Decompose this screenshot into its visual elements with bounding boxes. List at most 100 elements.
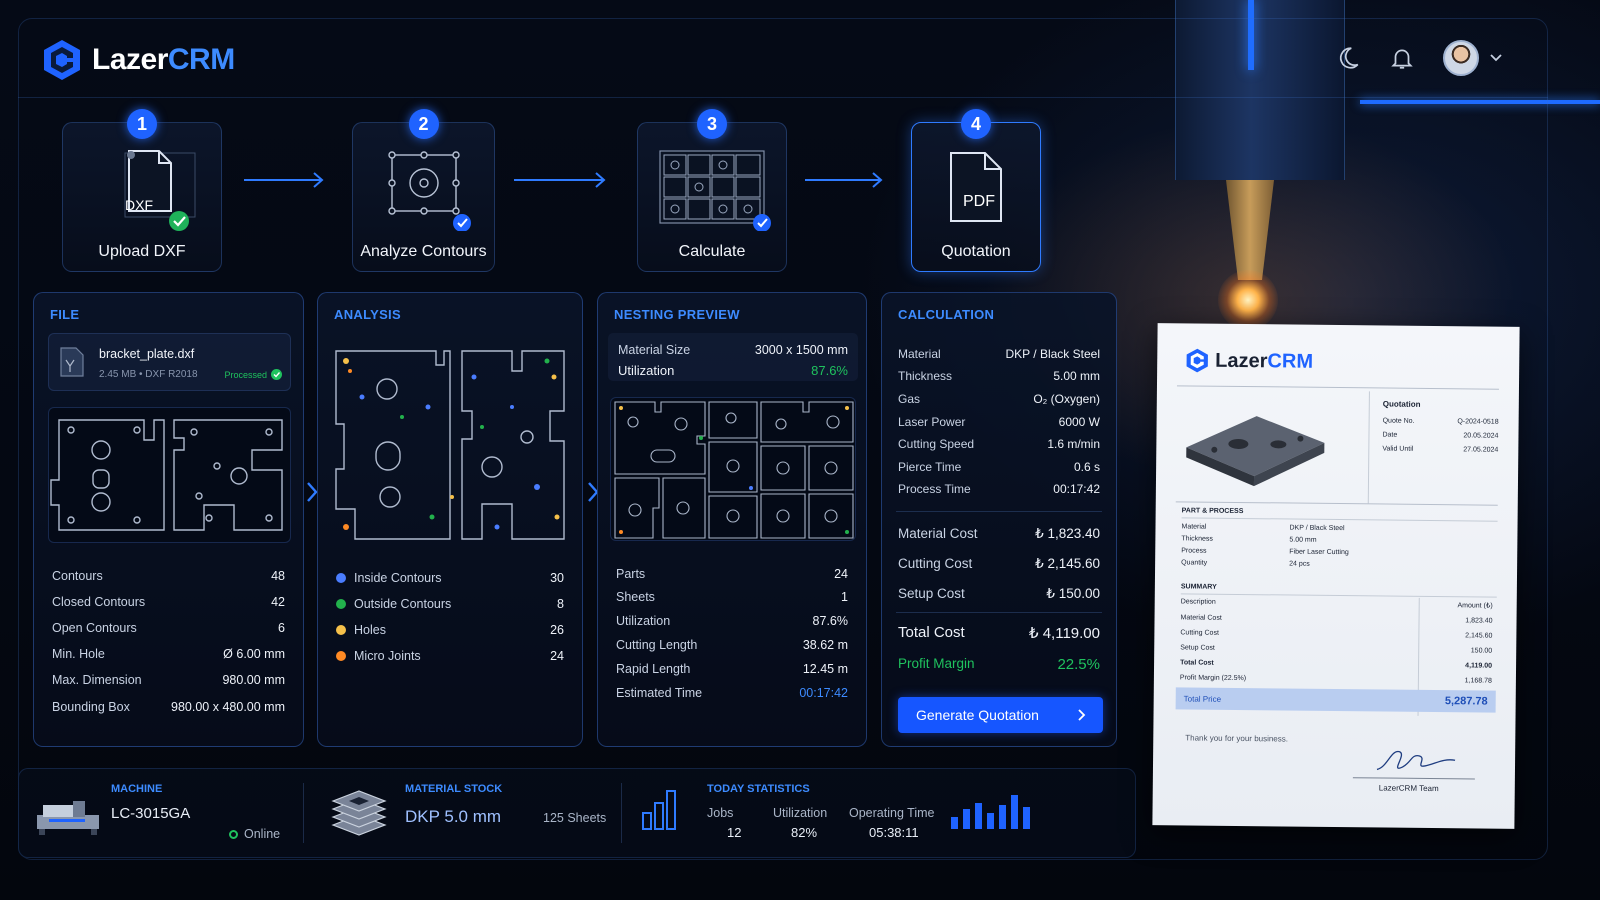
panel-title: FILE (50, 307, 80, 322)
doc-team: LazerCRM Team (1378, 783, 1439, 794)
doc-total-price-row: Total Price 5,287.78 (1175, 687, 1496, 713)
nesting-stat-row: Rapid Length 12.45 m (616, 662, 848, 676)
file-meta: 2.45 MB • DXF R2018 (99, 369, 198, 380)
doc-quotation-title: Quotation (1382, 399, 1421, 409)
nesting-stat-row: Estimated Time 00:17:42 (616, 686, 848, 700)
step-arrow-icon (244, 172, 324, 188)
step-arrow-icon (805, 172, 883, 188)
step-number: 3 (697, 109, 727, 139)
moon-icon[interactable] (1335, 45, 1361, 71)
chevron-right-icon (1078, 709, 1086, 721)
file-stat-row: Contours 48 (52, 569, 285, 583)
divider (896, 612, 1102, 613)
doc-meta-row: Date 20.05.2024 (1382, 431, 1499, 440)
legend-inside-contours: Inside Contours 30 (336, 571, 564, 585)
legend-micro-joints: Micro Joints 24 (336, 649, 564, 663)
step-label: Quotation (941, 243, 1011, 260)
machine-title: MACHINE (111, 783, 163, 795)
file-stat-row: Closed Contours 42 (52, 595, 285, 609)
divider (621, 783, 622, 843)
step-label: Upload DXF (98, 243, 186, 260)
file-card[interactable]: bracket_plate.dxf 2.45 MB • DXF R2018 Pr… (48, 333, 291, 391)
part-render-image (1186, 416, 1325, 487)
cost-row: Setup Cost ₺ 150.00 (898, 586, 1100, 601)
stats-title: TODAY STATISTICS (707, 783, 810, 795)
doc-meta-row: Quote No. Q-2024-0518 (1382, 417, 1499, 426)
jobs-label: Jobs (707, 806, 734, 820)
logo-hex-icon (1186, 348, 1208, 373)
operating-time-value: 05:38:11 (869, 825, 919, 840)
contour-analysis-preview (335, 350, 565, 540)
legend-outside-contours: Outside Contours 8 (336, 597, 564, 611)
nesting-utilization-row: Utilization 87.6% (618, 363, 848, 378)
doc-part-row: Thickness 5.00 mm (1181, 535, 1317, 544)
step-quotation[interactable]: 4 PDF Quotation (911, 109, 1041, 272)
file-status-text: Processed (224, 369, 267, 380)
panel-title: ANALYSIS (334, 307, 401, 322)
nesting-stat-row: Sheets 1 (616, 590, 848, 604)
machine-name: LC-3015GA (111, 805, 191, 822)
step-analyze-contours[interactable]: 2 Analyze Contours (352, 109, 495, 272)
panel-title: NESTING PREVIEW (614, 307, 740, 322)
activity-bars-icon (951, 795, 1030, 829)
step-label: Analyze Contours (360, 243, 487, 260)
step-calculate[interactable]: 3 Calculate (637, 109, 787, 272)
step-arrow-icon (514, 172, 606, 188)
utilization-label: Utilization (773, 806, 828, 820)
file-stat-row: Min. Hole Ø 6.00 mm (52, 647, 285, 661)
avatar (1443, 40, 1479, 76)
dxf-icon-label: DXF (125, 197, 153, 213)
cost-row: Cutting Cost ₺ 2,145.60 (898, 556, 1100, 571)
material-size-row: Material Size 3000 x 1500 mm (618, 343, 848, 357)
calc-param-row: Thickness 5.00 mm (898, 369, 1100, 383)
file-stat-row: Bounding Box 980.00 x 480.00 mm (52, 700, 285, 714)
step-number: 4 (961, 109, 991, 139)
pdf-file-icon (950, 152, 1002, 222)
generate-quotation-button[interactable]: Generate Quotation (898, 697, 1103, 733)
status-bar: MACHINE LC-3015GA Online MATERIAL STOCK … (18, 768, 1136, 858)
dxf-preview[interactable] (48, 407, 291, 543)
chevron-down-icon (1490, 54, 1502, 62)
doc-logo: LazerCRM (1185, 347, 1313, 374)
doc-thanks: Thank you for your business. (1185, 733, 1289, 744)
cost-row: Material Cost ₺ 1,823.40 (898, 526, 1100, 541)
divider (303, 783, 304, 843)
stock-title: MATERIAL STOCK (405, 783, 503, 795)
profit-margin-row: Profit Margin 22.5% (898, 656, 1100, 673)
doc-summary-header: Description Amount (₺) (1180, 598, 1493, 610)
dxf-file-icon (124, 150, 196, 231)
step-number: 2 (408, 109, 439, 139)
doc-summary-row: Profit Margin (22.5%) 1,168.78 (1179, 674, 1492, 685)
file-stat-row: Max. Dimension 980.00 mm (52, 673, 285, 687)
calc-param-row: Process Time 00:17:42 (898, 482, 1100, 496)
bar-chart-icon (642, 790, 676, 830)
contour-nodes-icon (387, 151, 471, 231)
divider (1180, 593, 1497, 598)
stock-material: DKP 5.0 mm (405, 807, 502, 826)
bell-icon[interactable] (1389, 45, 1415, 71)
nesting-panel: NESTING PREVIEW Material Size 3000 x 1500… (597, 292, 867, 747)
analysis-preview[interactable] (332, 347, 570, 543)
quotation-document[interactable]: LazerCRM Quotation Quote No. Q-2024-0518 … (1152, 323, 1520, 829)
doc-summary-row: Total Cost 4,119.00 (1180, 659, 1493, 670)
generate-quotation-label: Generate Quotation (916, 707, 1039, 723)
doc-part-row: Material DKP / Black Steel (1181, 523, 1345, 533)
online-status-icon (229, 829, 238, 839)
nesting-stat-row: Cutting Length 38.62 m (616, 638, 848, 652)
nesting-sheet-preview (614, 401, 854, 539)
divider (1367, 391, 1370, 504)
step-upload-dxf[interactable]: 1 DXF Upload DXF (62, 109, 222, 272)
file-panel: FILE bracket_plate.dxf 2.45 MB • DXF R20… (33, 292, 304, 747)
app-logo[interactable]: LazerCRM (42, 38, 235, 82)
logo-hex-icon (44, 40, 80, 80)
calc-param-row: Material DKP / Black Steel (898, 347, 1100, 361)
analysis-panel: ANALYSIS Inside Contours 30 Outside Conto… (317, 292, 583, 747)
doc-meta-row: Valid Until 27.05.2024 (1382, 445, 1499, 454)
user-menu[interactable] (1443, 40, 1503, 76)
nesting-preview[interactable] (610, 397, 856, 541)
doc-part-title: PART & PROCESS (1181, 507, 1244, 516)
file-doc-icon (60, 347, 84, 377)
signature-image (1376, 751, 1456, 771)
divider (1175, 501, 1498, 506)
calc-param-row: Laser Power 6000 W (898, 415, 1100, 429)
